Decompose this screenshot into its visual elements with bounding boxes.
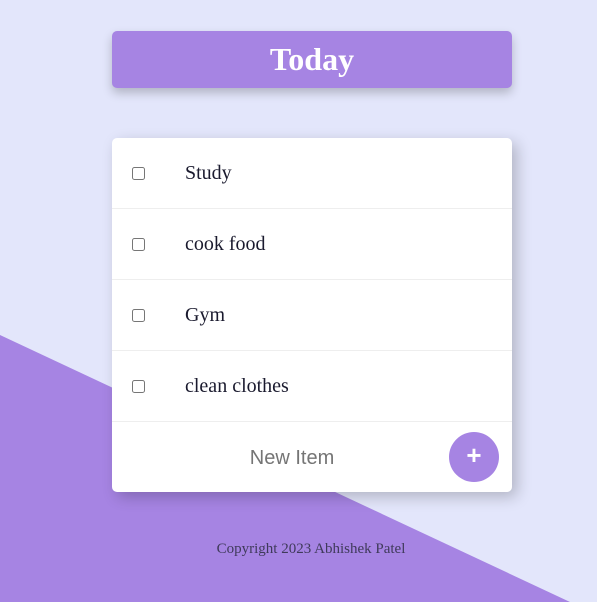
list-item: cook food [112, 209, 512, 280]
item-checkbox[interactable] [132, 166, 145, 180]
item-label: cook food [185, 232, 266, 255]
item-checkbox[interactable] [132, 379, 145, 393]
copyright-text: Copyright 2023 Abhishek Patel [216, 541, 406, 557]
add-item-button[interactable]: + [449, 432, 499, 482]
todo-card: Study cook food Gym clean clothes + [112, 138, 512, 492]
list-item: Gym [112, 280, 512, 351]
item-checkbox[interactable] [132, 237, 145, 251]
header-banner: Today [112, 31, 512, 88]
item-label: clean clothes [185, 374, 289, 397]
new-item-form: + [112, 422, 512, 492]
list-item: Study [112, 138, 512, 209]
page-title: Today [269, 41, 355, 77]
footer: Copyright 2023 Abhishek Patel [0, 541, 597, 558]
list-item: clean clothes [112, 351, 512, 422]
new-item-input[interactable] [112, 422, 472, 492]
plus-icon: + [466, 440, 482, 470]
item-label: Gym [185, 303, 225, 326]
item-label: Study [185, 161, 232, 184]
item-checkbox[interactable] [132, 308, 145, 322]
